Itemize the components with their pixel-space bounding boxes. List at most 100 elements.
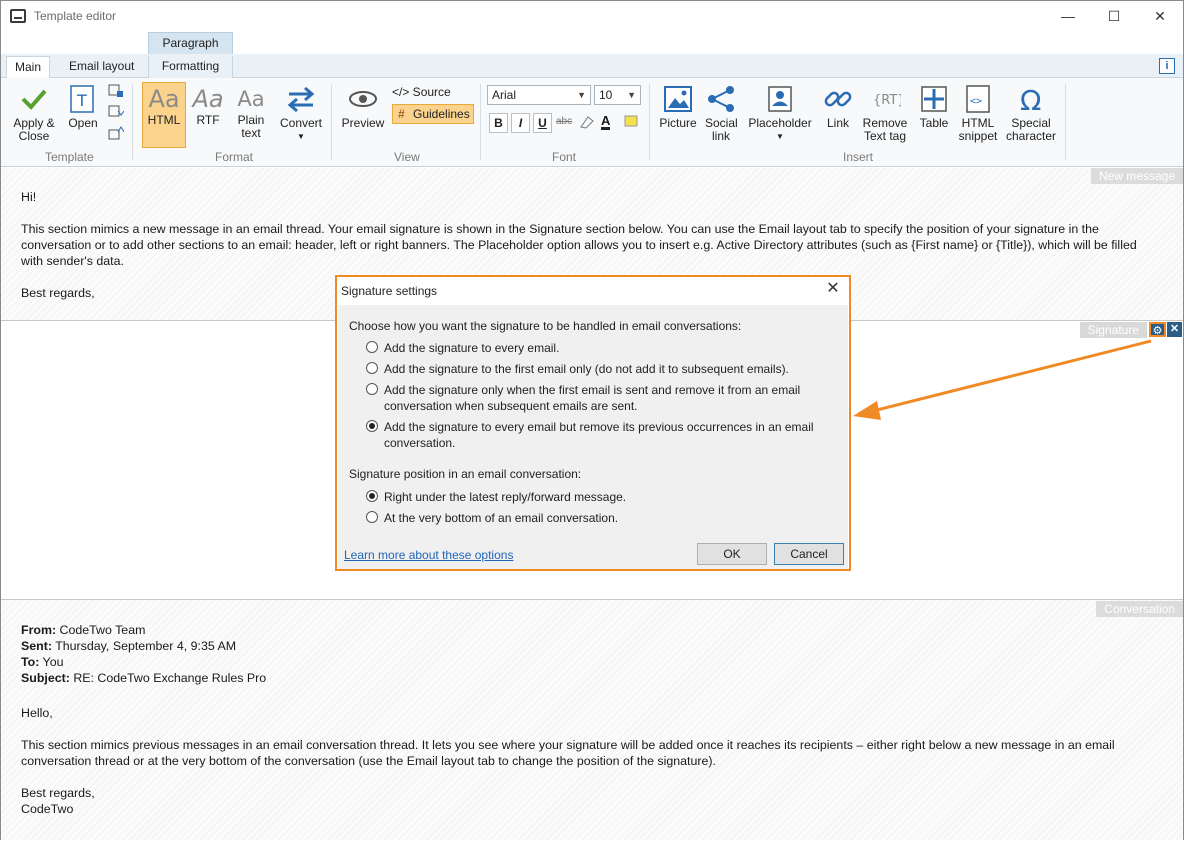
sent-line: Sent: Thursday, September 4, 9:35 AM [21, 638, 1161, 654]
handling-question: Choose how you want the signature to be … [349, 319, 742, 333]
radio-button[interactable] [366, 511, 378, 523]
new-message-body: This section mimics a new message in an … [21, 222, 1137, 268]
conversation-section[interactable]: Conversation From: CodeTwo Team Sent: Th… [1, 600, 1183, 840]
learn-more-link[interactable]: Learn more about these options [344, 548, 513, 562]
code-snippet-icon: <> [966, 85, 990, 113]
radio-option-first-remove-later[interactable]: Add the signature only when the first em… [366, 382, 816, 414]
new-message-greeting: Hi! [21, 190, 37, 204]
gear-icon[interactable]: ⚙ [1149, 322, 1166, 337]
placeholder-dropdown-icon: ▼ [776, 132, 784, 141]
radio-button[interactable] [366, 362, 378, 374]
svg-text:T: T [76, 91, 87, 110]
strikethrough-button[interactable]: abc [556, 116, 572, 127]
html-snippet-label: HTML snippet [958, 116, 998, 143]
ok-button[interactable]: OK [697, 543, 767, 565]
subject-value: RE: CodeTwo Exchange Rules Pro [69, 671, 267, 685]
convert-button[interactable]: Convert ▼ [276, 84, 326, 143]
from-value: CodeTwo Team [56, 623, 146, 637]
special-character-button[interactable]: Ω Special character [1003, 84, 1059, 143]
radio-option-first-email-only[interactable]: Add the signature to the first email onl… [366, 361, 826, 377]
placeholder-button[interactable]: Placeholder ▼ [745, 84, 815, 143]
font-size-value: 10 [599, 88, 613, 102]
social-link-button[interactable]: Social link [701, 84, 741, 143]
subject-line: Subject: RE: CodeTwo Exchange Rules Pro [21, 670, 1161, 686]
preview-button[interactable]: Preview [339, 84, 387, 130]
to-label: To: [21, 655, 40, 669]
save-as-icon[interactable] [108, 105, 124, 119]
html-snippet-button[interactable]: <> HTML snippet [956, 84, 1000, 143]
to-line: To: You [21, 654, 1161, 670]
svg-text:{RT}: {RT} [873, 93, 901, 108]
export-icon[interactable] [108, 126, 124, 140]
tab-email-layout[interactable]: Email layout [61, 56, 142, 78]
close-icon[interactable]: ✕ [1167, 322, 1182, 337]
font-color-button[interactable]: A [601, 114, 611, 130]
font-family-value: Arial [492, 88, 517, 102]
link-button[interactable]: Link [821, 84, 855, 130]
link-icon [824, 91, 852, 107]
signature-tag: Signature [1079, 322, 1147, 338]
maximize-button[interactable]: ☐ [1091, 1, 1137, 31]
plain-text-button[interactable]: Aa Plain text [231, 84, 271, 140]
font-family-dropdown[interactable]: Arial ▼ [487, 85, 591, 105]
share-icon [708, 86, 734, 112]
guidelines-button[interactable]: Guidelines [392, 104, 474, 124]
apply-close-label: Apply & Close [13, 116, 55, 143]
radio-button-selected[interactable] [366, 420, 378, 432]
conversation-closing: Best regards, [21, 786, 95, 800]
minimize-button[interactable]: — [1045, 1, 1091, 31]
radio-label: Right under the latest reply/forward mes… [384, 490, 627, 504]
source-button[interactable]: </> Source [392, 85, 451, 99]
contextual-tab-paragraph[interactable]: Paragraph [148, 32, 233, 54]
radio-option-every-email[interactable]: Add the signature to every email. [366, 340, 826, 356]
ribbon-main: Apply & Close T Open Template Aa HTML Aa [1, 78, 1183, 167]
radio-option-very-bottom[interactable]: At the very bottom of an email conversat… [366, 510, 826, 526]
close-window-button[interactable]: ✕ [1137, 1, 1183, 31]
radio-button[interactable] [366, 383, 378, 395]
radio-button[interactable] [366, 341, 378, 353]
rtf-format-icon: Aa [192, 85, 224, 113]
dialog-close-button[interactable]: ✕ [825, 281, 841, 297]
omega-icon: Ω [1020, 84, 1041, 114]
save-icon[interactable] [108, 84, 124, 98]
tab-formatting[interactable]: Formatting [148, 56, 233, 78]
remove-tag-icon: {RT} [873, 93, 901, 108]
placeholder-label: Placeholder [748, 116, 812, 130]
dialog-body: Choose how you want the signature to be … [338, 305, 848, 569]
subject-label: Subject: [21, 671, 70, 685]
dialog-title: Signature settings [341, 284, 438, 298]
checkmark-icon [21, 89, 47, 110]
bold-button[interactable]: B [489, 113, 508, 133]
open-button[interactable]: T Open [66, 84, 100, 130]
group-separator [331, 84, 332, 160]
cancel-button[interactable]: Cancel [774, 543, 844, 565]
plain-text-label: Plain text [237, 113, 265, 140]
underline-button[interactable]: U [533, 113, 552, 133]
font-size-dropdown[interactable]: 10 ▼ [594, 85, 641, 105]
radio-option-under-latest[interactable]: Right under the latest reply/forward mes… [366, 489, 826, 505]
table-button[interactable]: Table [915, 84, 953, 130]
picture-button[interactable]: Picture [656, 84, 700, 130]
remove-text-tag-button[interactable]: {RT} Remove Text tag [859, 84, 911, 143]
group-separator [1065, 84, 1066, 160]
group-label-font: Font [552, 150, 577, 164]
html-button[interactable]: Aa HTML [142, 84, 186, 127]
italic-button[interactable]: I [511, 113, 530, 133]
clear-format-icon[interactable] [579, 115, 595, 129]
info-icon[interactable]: i [1159, 58, 1175, 74]
radio-button-selected[interactable] [366, 490, 378, 502]
link-label: Link [826, 116, 849, 130]
preview-label: Preview [341, 116, 385, 130]
group-label-format: Format [215, 150, 254, 164]
from-label: From: [21, 623, 57, 637]
group-label-template: Template [45, 150, 94, 164]
tab-main[interactable]: Main [6, 56, 51, 79]
highlight-color-icon[interactable] [623, 114, 639, 128]
apply-close-button[interactable]: Apply & Close [9, 84, 59, 143]
rtf-button[interactable]: Aa RTF [189, 84, 227, 127]
radio-option-every-remove-previous[interactable]: Add the signature to every email but rem… [366, 419, 816, 451]
social-link-label: Social link [705, 116, 738, 143]
group-separator [649, 84, 650, 160]
special-character-label: Special character [1005, 116, 1057, 143]
plain-text-format-icon: Aa [237, 87, 265, 111]
